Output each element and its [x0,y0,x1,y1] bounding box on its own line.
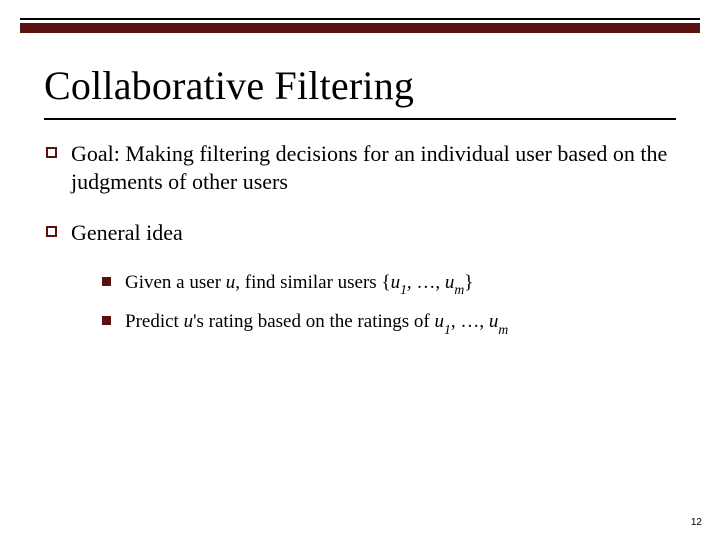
t: , …, [407,272,445,293]
hollow-square-bullet-icon [46,226,57,237]
title-underline [44,118,676,120]
var-u: u [226,272,236,293]
t: , find similar users { [235,272,390,293]
subscript-m: m [454,282,464,297]
sub-bullet-similar-users-text: Given a user u, find similar users {u1, … [125,271,676,297]
subscript-m: m [498,322,508,337]
sub-bullet-predict-rating-text: Predict u's rating based on the ratings … [125,310,676,336]
top-bar-thick [20,23,700,33]
filled-square-bullet-icon [102,316,111,325]
sub-bullets: Given a user u, find similar users {u1, … [102,271,676,337]
subscript-1: 1 [400,282,407,297]
page-number: 12 [691,517,702,528]
var-u: u [184,311,194,332]
slide-title: Collaborative Filtering [44,62,676,109]
t: , …, [451,311,489,332]
bullet-general-idea: General idea [46,219,676,247]
t: } [464,272,473,293]
t: Predict [125,311,184,332]
decorative-top-bars [20,18,700,33]
sub-bullet-predict-rating: Predict u's rating based on the ratings … [102,310,676,336]
subscript-1: 1 [444,322,451,337]
hollow-square-bullet-icon [46,147,57,158]
t: Given a user [125,272,226,293]
slide-body: Goal: Making filtering decisions for an … [46,140,676,336]
var-u1: u [391,272,401,293]
filled-square-bullet-icon [102,277,111,286]
bullet-general-idea-text: General idea [71,219,676,247]
bullet-goal-text: Goal: Making filtering decisions for an … [71,140,676,195]
sub-bullet-similar-users: Given a user u, find similar users {u1, … [102,271,676,297]
slide: Collaborative Filtering Goal: Making fil… [0,0,720,540]
t: 's rating based on the ratings of [193,311,434,332]
bullet-goal: Goal: Making filtering decisions for an … [46,140,676,195]
top-bar-thin [20,18,700,20]
var-um: u [445,272,455,293]
var-u1: u [434,311,444,332]
var-um: u [489,311,499,332]
